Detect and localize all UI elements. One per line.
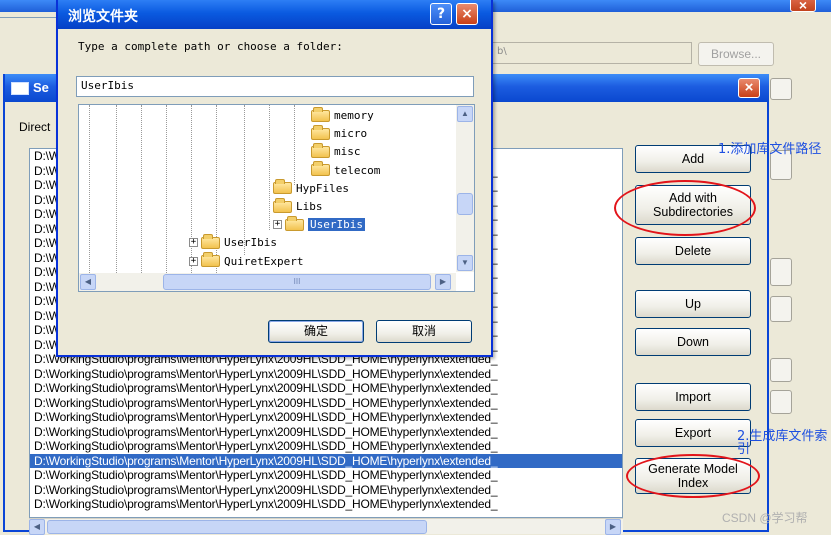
cancel-button[interactable]: 取消 xyxy=(376,320,472,343)
background-close-button[interactable]: × xyxy=(790,0,816,13)
tree-item-label: memory xyxy=(334,109,374,122)
tree-item[interactable]: micro xyxy=(311,124,368,142)
add-with-subdirectories-button[interactable]: Add with Subdirectories xyxy=(635,185,751,225)
watermark: CSDN @学习帮 xyxy=(722,511,808,525)
browse-folder-dialog: 浏览文件夹 ? × Type a complete path or choose… xyxy=(56,0,493,357)
tree-item[interactable]: misc xyxy=(311,142,361,160)
background-control xyxy=(770,296,792,322)
tree-line xyxy=(294,105,295,185)
folder-icon xyxy=(311,106,330,122)
list-item[interactable]: D:\WorkingStudio\programs\Mentor\HyperLy… xyxy=(30,381,622,396)
tree-item-label: HypFiles xyxy=(296,181,349,195)
folder-path-input[interactable]: UserIbis xyxy=(76,76,474,97)
down-button[interactable]: Down xyxy=(635,328,751,356)
background-browse-button[interactable]: Browse... xyxy=(698,42,774,66)
list-item[interactable]: D:\WorkingStudio\programs\Mentor\HyperLy… xyxy=(30,367,622,382)
tree-line xyxy=(89,105,90,273)
browse-close-button[interactable]: × xyxy=(456,3,478,25)
tree-item-label: UserIbis xyxy=(224,236,277,250)
list-item[interactable]: D:\WorkingStudio\programs\Mentor\HyperLy… xyxy=(30,439,622,454)
tree-horizontal-scrollbar[interactable]: ◀ III ▶ xyxy=(79,273,456,291)
tree-item-label: micro xyxy=(334,127,368,141)
folder-icon xyxy=(311,142,330,158)
folder-icon xyxy=(311,161,330,177)
folder-icon xyxy=(201,252,220,268)
list-item[interactable]: D:\WorkingStudio\programs\Mentor\HyperLy… xyxy=(30,468,622,483)
tree-item-label: Libs xyxy=(296,200,323,213)
list-item[interactable]: D:\WorkingStudio\programs\Mentor\HyperLy… xyxy=(30,483,622,498)
tree-item[interactable]: + UserIbis xyxy=(273,215,365,233)
tree-line xyxy=(166,105,167,273)
close-icon: × xyxy=(461,6,473,22)
folder-icon xyxy=(273,197,292,213)
folder-icon xyxy=(201,233,220,249)
background-control xyxy=(770,358,792,382)
expand-icon[interactable]: + xyxy=(189,238,198,248)
window-icon xyxy=(11,82,29,95)
help-icon: ? xyxy=(436,6,446,22)
tree-item[interactable]: telecom xyxy=(311,161,381,179)
close-icon: × xyxy=(744,79,754,96)
folder-icon xyxy=(311,124,330,140)
tree-item-label: misc xyxy=(334,145,361,159)
background-divider xyxy=(0,17,60,18)
tree-line xyxy=(141,105,142,273)
generate-model-index-button[interactable]: Generate Model Index xyxy=(635,458,751,494)
tree-line xyxy=(269,105,270,230)
browse-instruction-label: Type a complete path or choose a folder: xyxy=(78,40,343,53)
tree-item-label: telecom xyxy=(334,163,381,177)
tree-item[interactable]: HypFiles xyxy=(273,179,349,197)
expand-icon[interactable]: + xyxy=(273,220,282,230)
folder-icon xyxy=(285,215,304,231)
background-control xyxy=(770,390,792,414)
tree-line xyxy=(244,105,245,255)
delete-button[interactable]: Delete xyxy=(635,237,751,265)
folder-tree[interactable]: memory micro misc telecom HypFiles Libs + UserI… xyxy=(78,104,475,292)
scroll-down-arrow-icon[interactable]: ▼ xyxy=(457,255,473,271)
list-item[interactable]: D:\WorkingStudio\programs\Mentor\HyperLy… xyxy=(30,497,622,512)
tree-item[interactable]: + QuiretExpert xyxy=(189,252,304,270)
tree-vertical-scrollbar[interactable]: ▲ ▼ xyxy=(456,105,474,272)
tree-item-label: UserIbis xyxy=(308,218,365,232)
annotation-step1: 1.添加库文件路径 xyxy=(718,142,822,157)
scroll-right-arrow-icon[interactable]: ▶ xyxy=(605,519,621,535)
list-item[interactable]: D:\WorkingStudio\programs\Mentor\HyperLy… xyxy=(30,410,622,425)
list-item[interactable]: D:\WorkingStudio\programs\Mentor\HyperLy… xyxy=(30,396,622,411)
expand-icon[interactable]: + xyxy=(189,256,198,266)
annotation-step2: 2.生成库文件索引 xyxy=(737,429,828,457)
scroll-right-arrow-icon[interactable]: ▶ xyxy=(435,274,451,290)
up-button[interactable]: Up xyxy=(635,290,751,318)
background-path-field[interactable]: b\ xyxy=(492,42,692,64)
browse-dialog-titlebar: 浏览文件夹 ? × xyxy=(58,0,491,29)
export-button[interactable]: Export xyxy=(635,419,751,447)
scroll-thumb[interactable]: III xyxy=(163,274,431,290)
tree-item-label: QuiretExpert xyxy=(224,254,304,268)
import-button[interactable]: Import xyxy=(635,383,751,411)
directories-label: Direct xyxy=(19,120,51,134)
help-button[interactable]: ? xyxy=(430,3,452,25)
scroll-left-arrow-icon[interactable]: ◀ xyxy=(29,519,45,535)
background-control xyxy=(770,78,792,100)
tree-item[interactable]: + UserIbis xyxy=(189,233,277,251)
tree-line xyxy=(116,105,117,273)
list-item[interactable]: D:\WorkingStudio\programs\Mentor\HyperLy… xyxy=(30,425,622,440)
dialog-title: Se xyxy=(33,80,49,95)
list-item[interactable]: D:\WorkingStudio\programs\Mentor\HyperLy… xyxy=(30,453,622,468)
scroll-left-arrow-icon[interactable]: ◀ xyxy=(80,274,96,290)
ok-button[interactable]: 确定 xyxy=(268,320,364,343)
folder-icon xyxy=(273,179,292,195)
tree-item[interactable]: memory xyxy=(311,106,374,124)
tree-item[interactable]: Libs xyxy=(273,197,323,215)
background-control xyxy=(770,258,792,286)
scroll-thumb[interactable] xyxy=(457,193,473,215)
close-button[interactable]: × xyxy=(738,78,760,98)
browse-dialog-title: 浏览文件夹 xyxy=(68,9,138,25)
scroll-up-arrow-icon[interactable]: ▲ xyxy=(457,106,473,122)
